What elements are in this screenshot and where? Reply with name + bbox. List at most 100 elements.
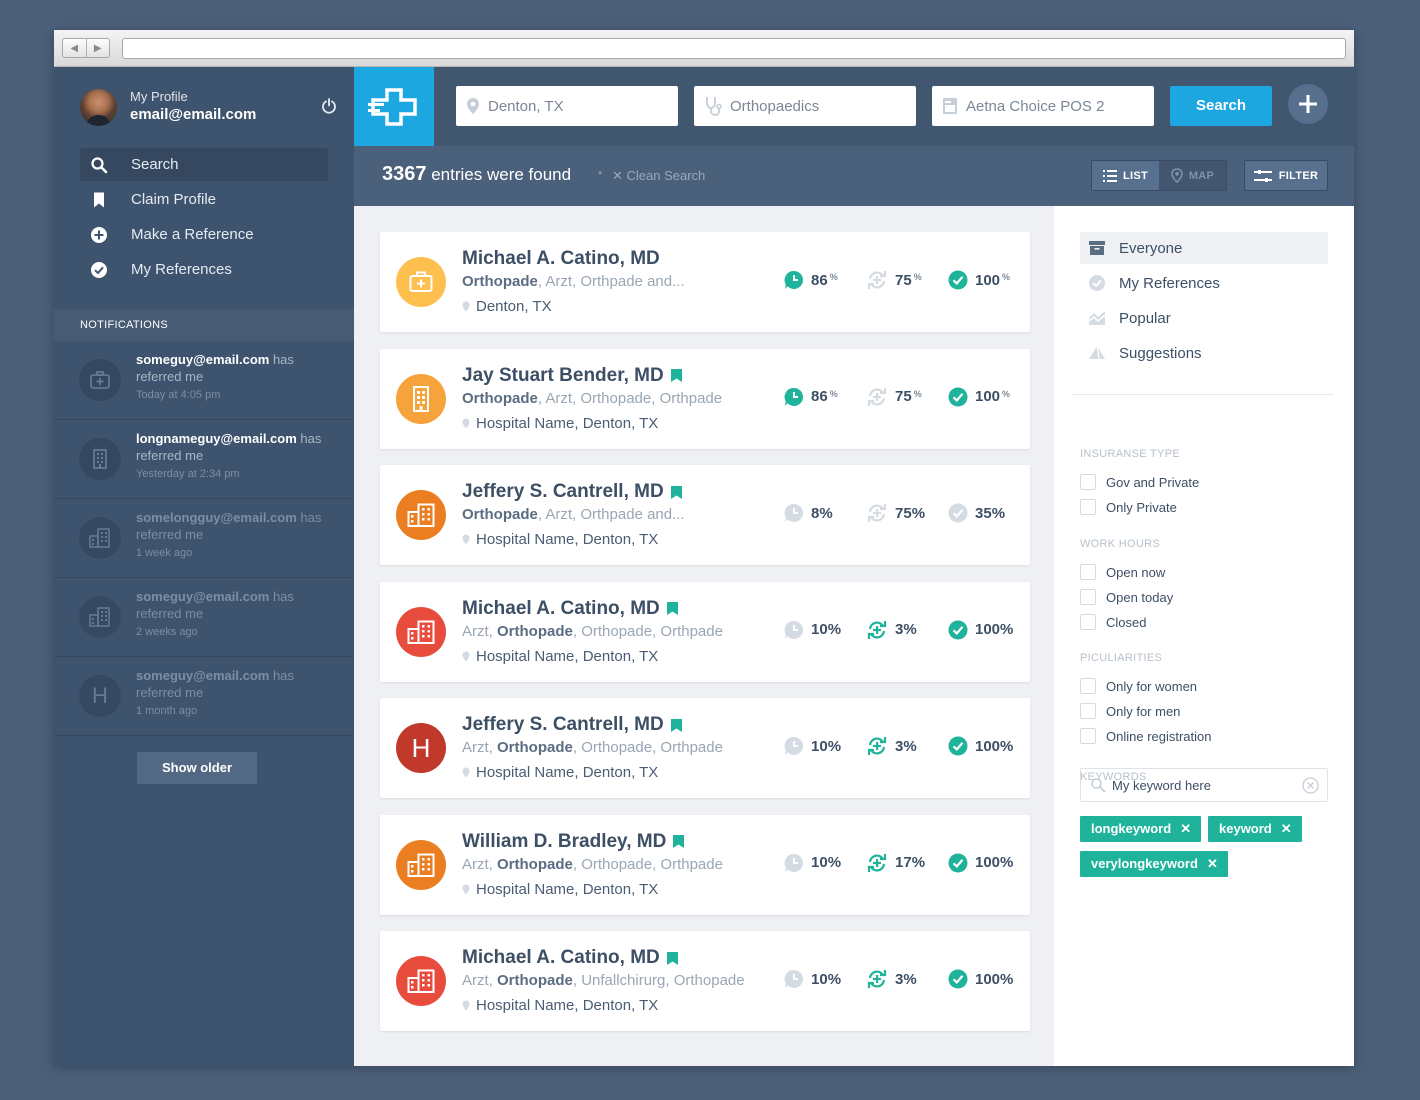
keyword-tag[interactable]: verylongkeyword ✕ — [1080, 851, 1228, 877]
clean-search-link[interactable]: ✕ Clean Search — [612, 168, 705, 184]
app-logo[interactable] — [354, 67, 434, 146]
doctor-card[interactable]: Michael A. Catino, MD Arzt, Orthopade, Un… — [380, 931, 1030, 1031]
search-button[interactable]: Search — [1170, 86, 1272, 126]
list-view-button[interactable]: LIST — [1092, 161, 1159, 190]
filter-my-references[interactable]: My References — [1080, 267, 1328, 299]
percent-sign: % — [913, 388, 922, 399]
notification-item[interactable]: H someguy@email.com has referred me 1 mon… — [54, 657, 354, 736]
insurance-field[interactable]: Aetna Choice POS 2 — [932, 86, 1154, 126]
check-value: 100 — [975, 621, 1001, 638]
peculiarities-title: PICULIARITIES — [1080, 652, 1163, 664]
doctor-card[interactable]: Jay Stuart Bender, MD Orthopade, Arzt, Or… — [380, 348, 1030, 449]
doctor-name-text[interactable]: Jeffery S. Cantrell, MD — [462, 714, 664, 736]
checkbox-only-private[interactable]: Only Private — [1080, 499, 1177, 515]
bookmark-icon[interactable] — [673, 835, 685, 848]
filter-button[interactable]: FILTER — [1244, 160, 1328, 191]
map-view-button[interactable]: MAP — [1159, 161, 1226, 190]
doctor-name[interactable]: Michael A. Catino, MD — [462, 248, 660, 270]
checkbox-box[interactable] — [1080, 678, 1096, 694]
doctor-card[interactable]: Michael A. Catino, MD Arzt, Orthopade, Or… — [380, 581, 1030, 682]
sidebar-item-make-reference[interactable]: Make a Reference — [80, 218, 328, 251]
notification-item[interactable]: someguy@email.com has referred me 2 weeks… — [54, 578, 354, 657]
bookmark-icon[interactable] — [670, 485, 682, 499]
checkbox-closed[interactable]: Closed — [1080, 614, 1146, 630]
notification-item[interactable]: someguy@email.com has referred me Today a… — [54, 341, 354, 420]
checkbox-open-now[interactable]: Open now — [1080, 564, 1165, 580]
checkbox-box[interactable] — [1080, 474, 1096, 490]
doctor-card[interactable]: Jeffery S. Cantrell, MD Orthopade, Arzt, … — [380, 465, 1030, 565]
keyword-tag[interactable]: longkeyword ✕ — [1080, 816, 1202, 842]
doctor-card[interactable]: Michael A. Catino, MD Orthopade, Arzt, Or… — [380, 232, 1030, 332]
doctor-name[interactable]: Michael A. Catino, MD — [462, 947, 678, 969]
avatar[interactable] — [80, 89, 117, 126]
checkbox-gov-private[interactable]: Gov and Private — [1080, 474, 1199, 490]
doctor-card[interactable]: H Jeffery S. Cantrell, MD Arzt, Orthopade,… — [380, 698, 1030, 798]
sidebar-item-claim-profile[interactable]: Claim Profile — [80, 183, 328, 216]
show-older-button[interactable]: Show older — [137, 752, 257, 784]
doctor-name-text[interactable]: Jeffery S. Cantrell, MD — [462, 481, 664, 503]
notification-item[interactable]: longnameguy@email.com has referred me Yes… — [54, 420, 354, 499]
notification-text: longnameguy@email.com has referred me Yes… — [136, 430, 336, 483]
bookmark-icon[interactable] — [670, 369, 682, 382]
doctor-specialties: Arzt, Orthopade, Orthopade, Orthpade — [462, 739, 723, 756]
sidebar-item-search[interactable]: Search — [80, 148, 328, 181]
power-icon[interactable] — [320, 97, 338, 115]
filter-suggestions[interactable]: Suggestions — [1080, 337, 1328, 369]
filter-everyone[interactable]: Everyone — [1080, 232, 1328, 264]
doctor-name-text[interactable]: William D. Bradley, MD — [462, 831, 666, 853]
url-bar[interactable] — [122, 38, 1346, 59]
checkbox-box[interactable] — [1080, 499, 1096, 515]
checkbox-box[interactable] — [1080, 589, 1096, 605]
sidebar-item-my-references[interactable]: My References — [80, 253, 328, 286]
remove-tag-icon[interactable]: ✕ — [1281, 821, 1292, 836]
doctor-name-text[interactable]: Michael A. Catino, MD — [462, 947, 660, 969]
doctor-name[interactable]: Jay Stuart Bender, MD — [462, 365, 682, 387]
add-button[interactable] — [1288, 84, 1328, 124]
remove-tag-icon[interactable]: ✕ — [1207, 856, 1218, 871]
keyword-input[interactable]: My keyword here — [1080, 768, 1328, 802]
clear-icon[interactable] — [1302, 777, 1319, 794]
checkbox-women[interactable]: Only for women — [1080, 678, 1197, 694]
doctor-name-text[interactable]: Jay Stuart Bender, MD — [462, 365, 664, 387]
checkbox-online-registration[interactable]: Online registration — [1080, 728, 1212, 744]
back-button[interactable]: ◀ — [63, 39, 87, 57]
spec-lead: Arzt, — [462, 739, 498, 756]
notification-item[interactable]: somelongguy@email.com has referred me 1 w… — [54, 499, 354, 578]
bookmark-icon[interactable] — [666, 602, 678, 615]
chat-rate: 10% — [784, 736, 841, 756]
checkbox-box[interactable] — [1080, 703, 1096, 719]
checkbox-open-today[interactable]: Open today — [1080, 589, 1173, 605]
checkbox-men[interactable]: Only for men — [1080, 703, 1180, 719]
remove-tag-icon[interactable]: ✕ — [1180, 821, 1191, 836]
specialty-field[interactable]: Orthopaedics — [694, 86, 916, 126]
chat-rate: 8% — [784, 503, 833, 523]
checkbox-box[interactable] — [1080, 728, 1096, 744]
doctor-card[interactable]: William D. Bradley, MD Arzt, Orthopade, O… — [380, 814, 1030, 915]
filters-panel: Everyone My References Popular Suggestio… — [1054, 206, 1354, 1066]
doctor-name[interactable]: Michael A. Catino, MD — [462, 598, 678, 620]
forward-button[interactable]: ▶ — [87, 39, 110, 57]
keyword-tag[interactable]: keyword ✕ — [1208, 816, 1302, 842]
spec-bold: Orthopade — [497, 739, 573, 756]
bookmark-icon[interactable] — [670, 718, 682, 732]
profile[interactable]: My Profile email@email.com — [80, 87, 340, 127]
buildings-icon — [79, 517, 121, 559]
percent-sign: % — [1000, 737, 1014, 755]
referral-rate: 75% — [866, 270, 922, 290]
map-pin-icon — [1171, 168, 1183, 183]
location-text: Hospital Name, Denton, TX — [476, 997, 659, 1014]
doctor-name[interactable]: Jeffery S. Cantrell, MD — [462, 481, 682, 503]
checkbox-box[interactable] — [1080, 614, 1096, 630]
filter-popular[interactable]: Popular — [1080, 302, 1328, 334]
chat-value: 86 — [811, 271, 828, 289]
doctor-name[interactable]: Jeffery S. Cantrell, MD — [462, 714, 682, 736]
location-field[interactable]: Denton, TX — [456, 86, 678, 126]
doctor-name[interactable]: William D. Bradley, MD — [462, 831, 685, 853]
doctor-name-text[interactable]: Michael A. Catino, MD — [462, 598, 660, 620]
location-text: Hospital Name, Denton, TX — [476, 414, 659, 432]
spec-rest: , Arzt, Orthpade and... — [537, 273, 685, 290]
bookmark-icon[interactable] — [666, 951, 678, 965]
checkbox-box[interactable] — [1080, 564, 1096, 580]
divider — [1072, 394, 1334, 395]
doctor-name-text[interactable]: Michael A. Catino, MD — [462, 248, 660, 270]
